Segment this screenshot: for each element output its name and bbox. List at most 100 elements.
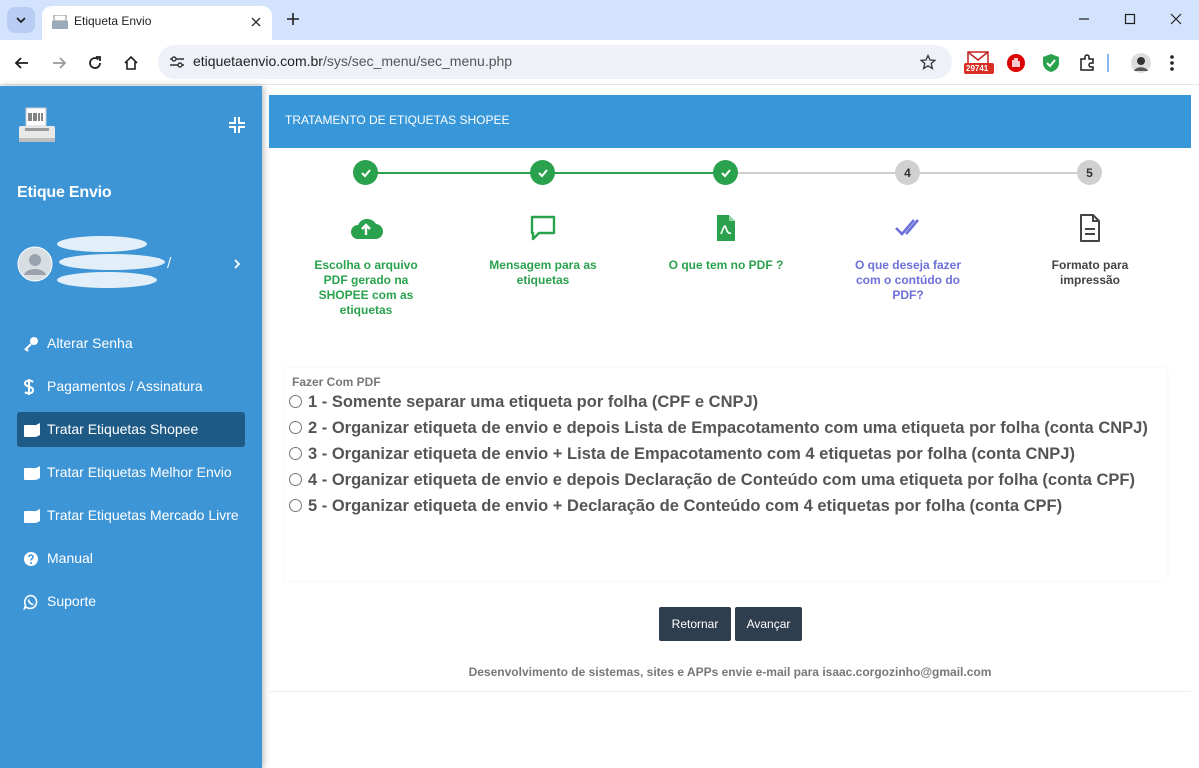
sidebar-item-melhor-envio[interactable]: Tratar Etiquetas Melhor Envio [17,455,245,490]
sidebar-item-suporte[interactable]: Suporte [17,584,245,619]
step-number: 5 [1077,160,1102,185]
site-settings-icon[interactable] [166,52,188,72]
option-2-radio[interactable] [289,421,302,434]
sidebar-item-alterar-senha[interactable]: Alterar Senha [17,326,245,361]
sidebar-item-manual[interactable]: Manual [17,541,245,576]
tab-search-button[interactable] [7,7,35,33]
forward-button[interactable] [47,51,71,75]
step-label: Formato para impressão [1051,258,1129,287]
url-host: etiquetaenvio.com.br [193,53,323,69]
option-4[interactable]: 4 - Organizar etiqueta de envio e depois… [289,470,1163,491]
user-avatar-icon [17,246,53,282]
dollar-icon [23,376,47,397]
next-button[interactable]: Avançar [735,607,802,641]
user-profile[interactable]: / [17,234,247,294]
key-icon [23,333,47,354]
gmail-extension-icon[interactable]: 29741 [964,51,994,75]
browser-tab[interactable]: Etiqueta Envio [42,6,272,40]
option-5[interactable]: 5 - Organizar etiqueta de envio + Declar… [289,496,1163,517]
sidebar-item-label: Tratar Etiquetas Mercado Livre [47,507,239,523]
cloud-upload-icon [346,208,386,248]
close-tab-icon[interactable] [248,14,264,30]
option-label: 2 - Organizar etiqueta de envio e depois… [308,419,1148,437]
sidebar-item-label: Pagamentos / Assinatura [47,378,203,394]
page-title: TRATAMENTO DE ETIQUETAS SHOPEE [269,95,1191,148]
message-icon [523,208,563,248]
url-text: etiquetaenvio.com.br/sys/sec_menu/sec_me… [193,53,512,69]
close-icon [1170,13,1182,25]
minimize-button[interactable] [1074,10,1094,28]
option-3-radio[interactable] [289,447,302,460]
browser-toolbar: etiquetaenvio.com.br/sys/sec_menu/sec_me… [0,40,1199,85]
reload-icon [89,56,101,69]
pdf-options-form: Fazer Com PDF 1 - Somente separar uma et… [285,368,1167,581]
adblock-extension-icon[interactable] [1004,51,1028,75]
option-5-radio[interactable] [289,499,302,512]
plus-icon [287,13,299,25]
option-label: 3 - Organizar etiqueta de envio + Lista … [308,445,1075,463]
step-check-badge [713,160,738,185]
home-button[interactable] [119,51,143,75]
address-bar[interactable]: etiquetaenvio.com.br/sys/sec_menu/sec_me… [158,45,952,79]
home-icon [124,55,138,70]
collapse-icon[interactable] [228,116,246,134]
wizard-stepper: Escolha o arquivo PDF gerado na SHOPEE c… [269,148,1191,348]
tag-icon [23,462,47,483]
double-check-icon [888,208,928,248]
bookmark-star-icon[interactable] [918,52,938,72]
step-label: O que tem no PDF ? [668,258,784,272]
minimize-icon [1079,18,1089,20]
ext-badge: 29741 [966,64,989,73]
sidebar-item-shopee[interactable]: Tratar Etiquetas Shopee [17,412,245,447]
sidebar-item-mercado-livre[interactable]: Tratar Etiquetas Mercado Livre [17,498,245,533]
option-2[interactable]: 2 - Organizar etiqueta de envio e depois… [289,418,1163,439]
step-check-badge [353,160,378,185]
sidebar-item-pagamentos[interactable]: Pagamentos / Assinatura [17,369,245,404]
arrow-right-icon [53,57,67,69]
printer-favicon-icon [52,15,68,29]
option-4-radio[interactable] [289,473,302,486]
step-connector [546,172,728,174]
arrow-left-icon [14,57,28,69]
label-printer-logo-icon [19,107,55,142]
shield-extension-icon[interactable] [1039,51,1063,75]
sidebar-menu: Alterar Senha Pagamentos / Assinatura Tr… [17,326,245,627]
options-heading: Fazer Com PDF [292,375,381,389]
sidebar-item-label: Suporte [47,593,97,609]
new-tab-button[interactable] [283,9,303,29]
document-icon [1070,208,1110,248]
sidebar-item-label: Tratar Etiquetas Shopee [47,421,199,437]
close-window-button[interactable] [1166,10,1186,28]
step-label: O que deseja fazer com o contúdo do PDF? [854,258,962,302]
sidebar-item-label: Alterar Senha [47,335,133,351]
user-separator: / [167,256,172,271]
option-3[interactable]: 3 - Organizar etiqueta de envio + Lista … [289,444,1163,465]
step-connector [728,172,908,174]
check-icon [537,168,548,177]
reload-button[interactable] [83,51,107,75]
tab-title: Etiqueta Envio [74,14,152,28]
tag-icon [23,419,47,440]
maximize-button[interactable] [1120,10,1140,28]
option-label: 4 - Organizar etiqueta de envio e depois… [308,471,1135,489]
browser-menu-icon[interactable] [1160,51,1184,75]
footer-credit: Desenvolvimento de sistemas, sites e APP… [468,665,992,679]
option-1-radio[interactable] [289,395,302,408]
content-divider [269,691,1191,692]
profile-avatar-icon[interactable] [1129,51,1153,75]
option-label: 1 - Somente separar uma etiqueta por fol… [308,393,759,411]
tag-icon [23,505,47,526]
back-button[interactable] [10,51,34,75]
step-connector [908,172,1090,174]
step-label: Mensagem para as etiquetas [489,258,597,287]
chevron-down-icon [16,17,26,24]
back-button[interactable]: Retornar [659,607,731,641]
question-icon [23,548,47,569]
puzzle-extensions-icon[interactable] [1075,51,1099,75]
step-label: Escolha o arquivo PDF gerado na SHOPEE c… [314,258,418,317]
chevron-right-icon [234,259,241,269]
option-1[interactable]: 1 - Somente separar uma etiqueta por fol… [289,392,1163,413]
wizard-buttons: Retornar Avançar [659,607,802,641]
check-icon [360,168,371,177]
redacted-username [57,236,165,288]
